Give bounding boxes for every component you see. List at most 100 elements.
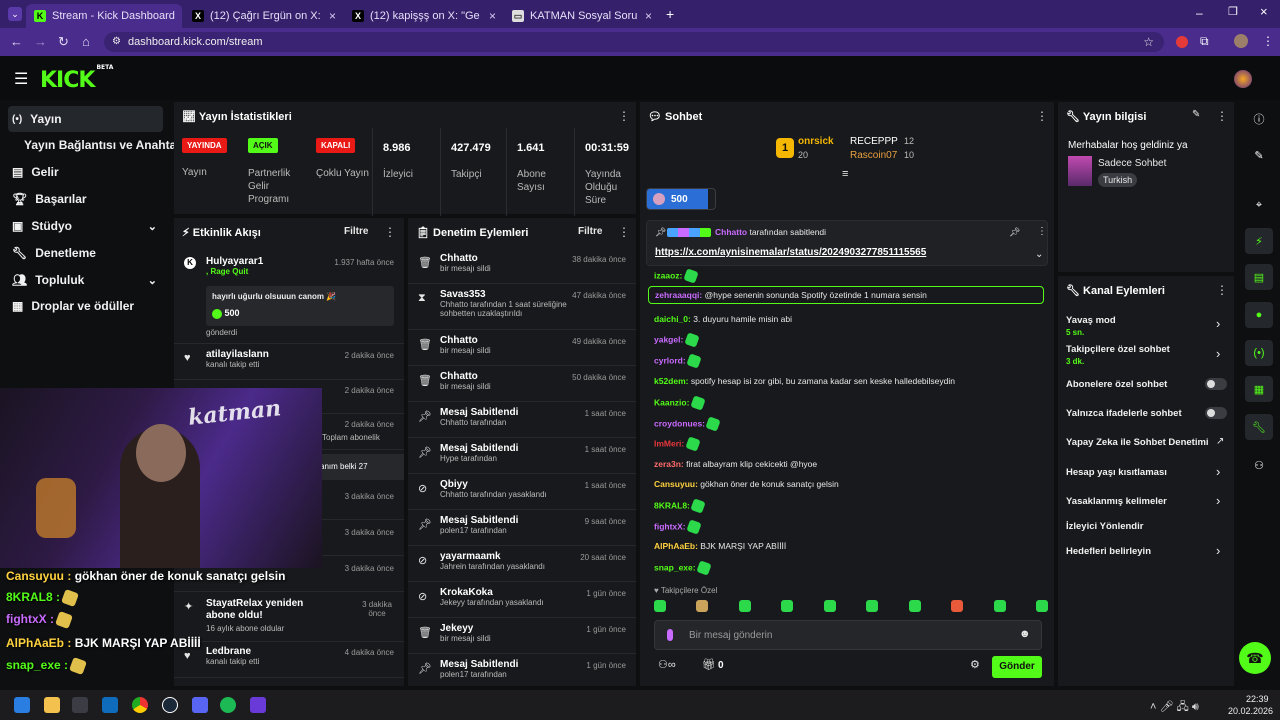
extension-icon[interactable] [1176, 36, 1188, 48]
emote-icon[interactable] [696, 600, 709, 612]
close-window-button[interactable]: × [1260, 4, 1268, 19]
sidebar-item-droplar[interactable]: ▦ Droplar ve ödüller [8, 293, 163, 319]
close-icon[interactable]: × [645, 9, 652, 23]
chat-username[interactable]: croydonues: [654, 418, 705, 428]
pinned-link[interactable]: https://x.com/aynisinemalar/status/20249… [655, 247, 926, 258]
store-icon[interactable] [72, 697, 88, 713]
new-tab-button[interactable]: + [666, 6, 674, 22]
home-icon[interactable]: ⌂ [82, 34, 90, 49]
chat-username[interactable]: daichi_0: [654, 314, 691, 324]
action-goals[interactable]: Hedefleri belirleyin [1066, 546, 1151, 557]
sidebar-item-basarilar[interactable]: 🏆︎ Başarılar [8, 186, 163, 212]
chat-settings-icon[interactable]: ⚙ [970, 658, 980, 671]
more-options-icon[interactable]: ⋮ [1037, 226, 1047, 237]
filter-button[interactable]: Filtre [344, 226, 368, 237]
bolt-icon[interactable]: ⚡︎ [1245, 228, 1273, 254]
chat-username[interactable]: 8KRAL8: [654, 500, 690, 510]
support-icon[interactable]: ☎︎ [1239, 642, 1271, 674]
chat-message[interactable]: k52dem: spotify hesap isi zor gibi, bu z… [654, 376, 955, 386]
mic-icon[interactable] [667, 629, 673, 641]
more-options-icon[interactable]: ⋮ [1036, 109, 1048, 123]
emote-icon[interactable] [866, 600, 879, 612]
filter-button[interactable]: Filtre [578, 226, 602, 237]
info-icon[interactable]: ⓘ [1245, 106, 1273, 132]
chat-message[interactable]: fightxX: [654, 519, 702, 535]
emote-icon[interactable] [738, 600, 751, 612]
sidebar-item-studyo[interactable]: ▣ Stüdyo ⌄ [8, 213, 163, 239]
extensions-puzzle-icon[interactable]: ⧉ [1200, 34, 1209, 49]
sidebar-item-denetleme[interactable]: 🔧︎ Denetleme [8, 240, 163, 266]
chevron-right-icon[interactable]: › [1216, 464, 1220, 479]
kicks-goal-bar[interactable]: 500 [646, 188, 716, 210]
chat-username[interactable]: ImMeri: [654, 438, 684, 448]
chat-message[interactable]: yakgel: [654, 332, 700, 348]
external-link-icon[interactable]: ↗ [1216, 436, 1224, 447]
back-icon[interactable]: ← [10, 34, 23, 49]
chat-message[interactable]: zera3n: firat albayram klip cekicekti @h… [654, 459, 817, 469]
emotes-only-toggle[interactable] [1205, 407, 1227, 419]
chat-message[interactable]: 8KRAL8: [654, 498, 706, 514]
app-icon[interactable] [250, 697, 266, 713]
chat-message[interactable]: AlPhAaEb: BJK MARŞI YAP ABİİİİ [654, 541, 786, 551]
emoji-icon[interactable]: ☻ [1019, 628, 1031, 640]
pin-toggle-icon[interactable]: 📌︎ [1009, 227, 1020, 238]
send-button[interactable]: Gönder [992, 656, 1042, 678]
chat-username[interactable]: zehraaaqqi: [655, 290, 702, 300]
chat-username[interactable]: Cansuyuu: [654, 479, 698, 489]
chat-username[interactable]: snap_exe: [654, 562, 696, 572]
chevron-down-icon[interactable]: ⌄ [1035, 249, 1043, 260]
action-host[interactable]: İzleyici Yönlendir [1066, 521, 1143, 532]
chevron-right-icon[interactable]: › [1216, 346, 1220, 361]
chat-username[interactable]: fightxX: [654, 521, 686, 531]
chat-message[interactable]: daichi_0: 3. duyuru hamile misin abi [654, 314, 792, 324]
spotify-icon[interactable] [220, 697, 236, 713]
browser-menu-icon[interactable]: ⋮ [1262, 34, 1274, 48]
chat-message[interactable]: cyrlord: [654, 353, 702, 369]
action-ai-moderation[interactable]: Yapay Zeka ile Sohbet Denetimi [1066, 437, 1209, 448]
discord-icon[interactable] [192, 697, 208, 713]
hamburger-menu-icon[interactable]: ☰ [14, 69, 28, 89]
action-followers-only[interactable]: Takipçilere özel sohbet 3 dk. [1066, 344, 1170, 366]
maximize-button[interactable]: ❐ [1228, 5, 1238, 18]
steam-icon[interactable] [162, 697, 178, 713]
file-explorer-icon[interactable] [44, 697, 60, 713]
chat-username[interactable]: izaaoz: [654, 270, 682, 280]
sidebar-item-gelir[interactable]: ▤ Gelir [8, 159, 163, 185]
emote-icon[interactable] [1035, 600, 1048, 612]
chat-message[interactable]: Cansuyuu: gökhan öner de konuk sanatçı g… [654, 479, 839, 489]
emote-icon[interactable] [993, 600, 1006, 612]
chat-message[interactable]: zehraaaqqi: @hype senenin sonunda Spotif… [648, 286, 1044, 304]
sidebar-item-stream-key[interactable]: Yayın Bağlantısı ve Anahtarı [8, 132, 184, 158]
action-slow-mode[interactable]: Yavaş mod 5 sn. [1066, 315, 1116, 337]
emote-icon[interactable] [908, 600, 921, 612]
chat-username[interactable]: k52dem: [654, 376, 689, 386]
more-options-icon[interactable]: ⋮ [618, 109, 630, 123]
action-banned-words[interactable]: Yasaklanmış kelimeler [1066, 496, 1167, 507]
edit-icon[interactable]: ✎ [1192, 109, 1200, 120]
chevron-right-icon[interactable]: › [1216, 543, 1220, 558]
community-icon[interactable]: ⚇ [1245, 452, 1273, 478]
community-icon[interactable]: ⚇∞ [658, 658, 676, 671]
bookmark-star-icon[interactable]: ☆ [1143, 32, 1154, 52]
pen-icon[interactable]: ✎ [1245, 142, 1273, 168]
more-options-icon[interactable]: ⋮ [384, 225, 396, 239]
tab-katman[interactable]: ▭ KATMAN Sosyal Sorumluluk Ra × [504, 4, 660, 28]
chevron-right-icon[interactable]: › [1216, 316, 1220, 331]
minimize-button[interactable]: – [1196, 6, 1203, 20]
user-avatar[interactable] [1234, 70, 1252, 88]
chat-username[interactable]: AlPhAaEb: [654, 541, 698, 551]
more-options-icon[interactable]: ⋮ [618, 225, 630, 239]
chevron-right-icon[interactable]: › [1216, 493, 1220, 508]
chat-username[interactable]: cyrlord: [654, 355, 686, 365]
tab-x-1[interactable]: X (12) Çağrı Ergün on X: "Her sen × [184, 4, 344, 28]
address-bar[interactable]: ⚙ dashboard.kick.com/stream ☆ [104, 32, 1164, 52]
chat-message[interactable]: ImMeri: [654, 436, 701, 452]
chrome-icon[interactable] [132, 697, 148, 713]
category-name[interactable]: Sadece Sohbet [1098, 158, 1166, 169]
forward-icon[interactable]: → [34, 34, 47, 49]
tab-kick-dashboard[interactable]: K Stream - Kick Dashboard × [26, 4, 182, 28]
more-options-icon[interactable]: ⋮ [1216, 283, 1228, 297]
start-icon[interactable] [14, 697, 30, 713]
chat-message[interactable]: izaaoz: [654, 268, 699, 284]
profile-avatar[interactable] [1234, 34, 1248, 48]
